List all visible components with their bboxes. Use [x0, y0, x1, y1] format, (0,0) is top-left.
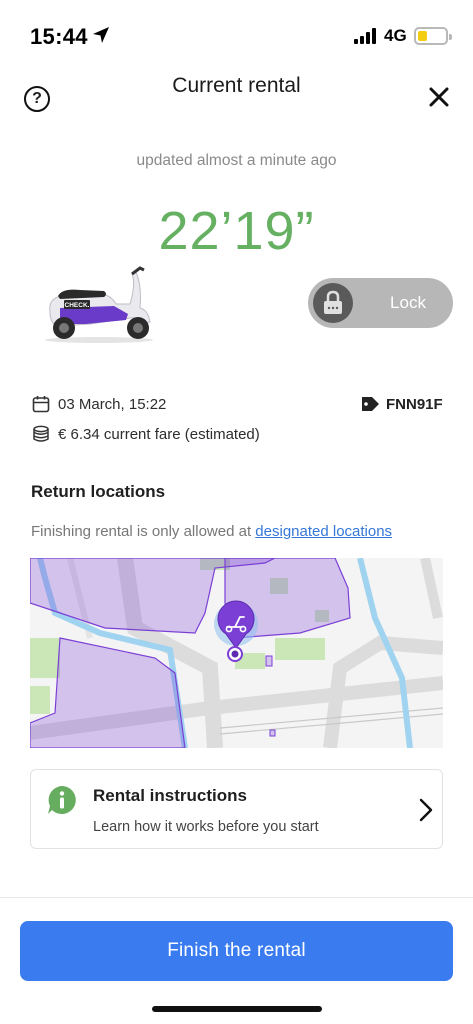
padlock-icon: [324, 290, 342, 314]
close-icon[interactable]: [428, 86, 450, 108]
battery-icon: [414, 27, 452, 45]
designated-locations-link[interactable]: designated locations: [255, 523, 392, 540]
return-locations-note: Finishing rental is only allowed at desi…: [31, 523, 392, 540]
instructions-subtitle: Learn how it works before you start: [93, 819, 319, 835]
page-title: Current rental: [172, 74, 301, 97]
lock-toggle[interactable]: Lock: [308, 278, 453, 328]
tag-icon: [362, 397, 379, 411]
scooter-brand-label: CHECK.: [65, 302, 90, 309]
chevron-right-icon: [419, 798, 433, 822]
network-type: 4G: [384, 26, 407, 45]
instructions-title: Rental instructions: [93, 786, 247, 805]
lock-label: Lock: [390, 293, 426, 312]
fare-row: € 6.34 current fare (estimated): [32, 425, 260, 443]
rental-timer: 22’19”: [158, 201, 315, 261]
vehicle-plate: FNN91F: [360, 395, 443, 413]
lock-knob[interactable]: [313, 283, 353, 323]
status-time: 15:44: [30, 24, 88, 49]
return-note-text: Finishing rental is only allowed at: [31, 523, 256, 540]
coins-icon: [33, 425, 49, 442]
return-locations-title: Return locations: [31, 482, 166, 501]
calendar-icon: [32, 396, 50, 413]
fare-text: € 6.34 current fare (estimated): [58, 425, 260, 443]
finish-rental-button[interactable]: Finish the rental: [20, 921, 453, 981]
rental-start-date: 03 March, 15:22: [58, 395, 167, 413]
home-indicator: [152, 1006, 322, 1012]
updated-text: updated almost a minute ago: [136, 152, 337, 169]
signal-icon: [354, 28, 376, 44]
footer-divider: [0, 897, 473, 898]
return-zone-map[interactable]: [30, 558, 443, 748]
rental-instructions-card[interactable]: Rental instructions Learn how it works b…: [30, 769, 443, 849]
info-bubble-icon: [48, 786, 76, 814]
plate-number: FNN91F: [386, 395, 443, 413]
scooter-image: CHECK.: [45, 266, 153, 343]
rental-start-row: 03 March, 15:22: [32, 395, 166, 413]
location-arrow-icon: [93, 27, 109, 43]
header: ? Current rental: [0, 60, 473, 130]
